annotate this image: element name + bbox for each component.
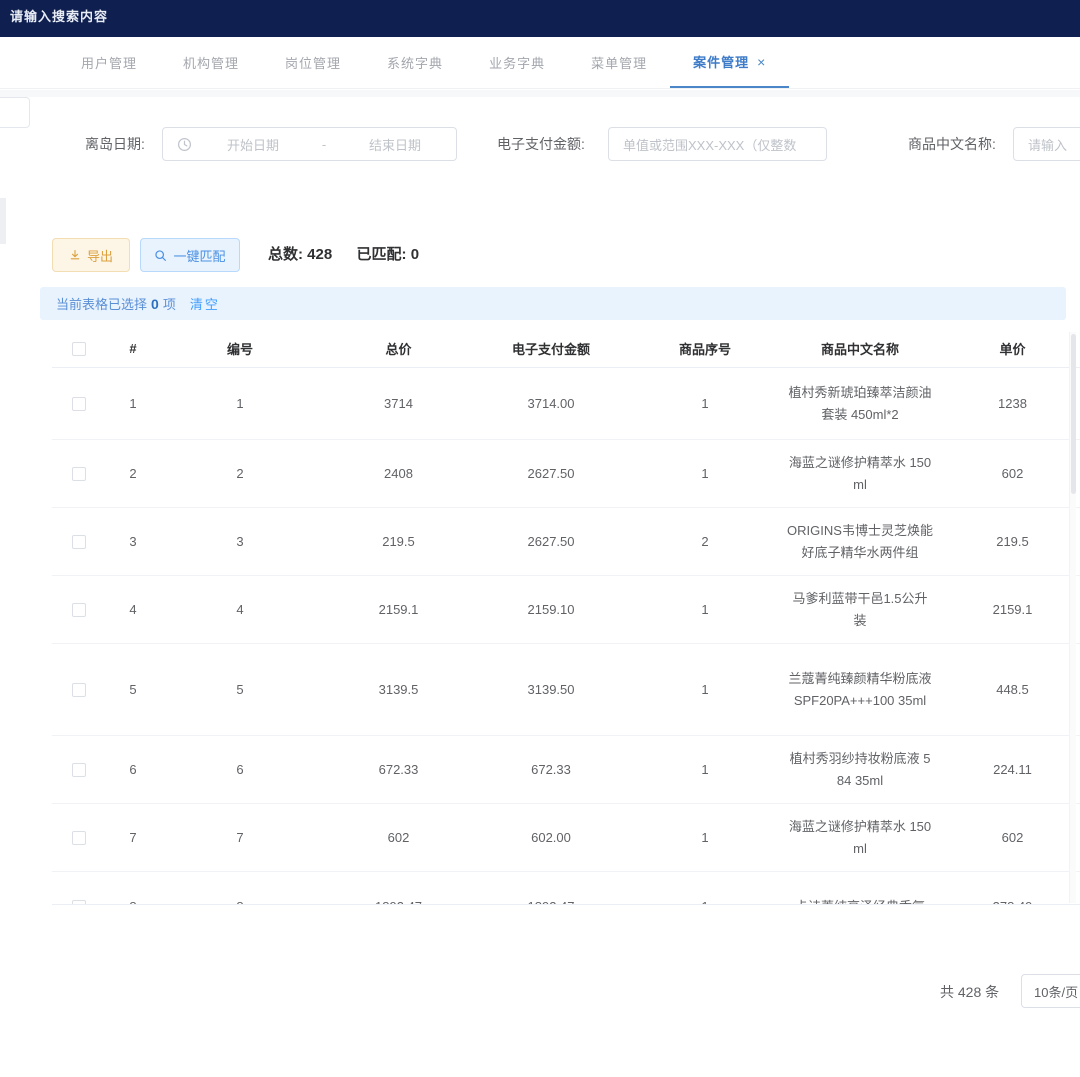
col-total: 总价 bbox=[320, 339, 477, 358]
clipped-left-panel-sliver bbox=[0, 198, 6, 244]
start-date-placeholder[interactable]: 开始日期 bbox=[192, 135, 314, 154]
tab-post-management[interactable]: 岗位管理 bbox=[262, 37, 364, 88]
selection-count: 0 bbox=[151, 296, 159, 312]
row-checkbox[interactable] bbox=[72, 900, 86, 906]
payment-amount-input[interactable]: 单值或范围XXX-XXX（仅整数 bbox=[608, 127, 827, 161]
col-code: 编号 bbox=[160, 339, 320, 358]
export-button[interactable]: 导出 bbox=[52, 238, 130, 272]
export-button-label: 导出 bbox=[87, 246, 113, 265]
selection-info-bar: 当前表格已选择 0 项 清空 bbox=[40, 287, 1066, 320]
clipped-left-panel-box bbox=[0, 97, 30, 128]
table-row: 6 6 672.33 672.33 1 植村秀羽纱持妆粉底液 584 35ml … bbox=[52, 736, 1080, 804]
table-row: 2 2 2408 2627.50 1 海蓝之谜修护精萃水 150ml 602 bbox=[52, 440, 1080, 508]
page-size-select[interactable]: 10条/页 bbox=[1021, 974, 1080, 1008]
date-filter-label: 离岛日期: bbox=[85, 127, 145, 161]
tab-case-management-label: 案件管理 bbox=[693, 52, 749, 71]
clear-selection-link[interactable]: 清空 bbox=[190, 294, 220, 313]
total-label: 总数: bbox=[268, 246, 303, 263]
one-click-match-label: 一键匹配 bbox=[173, 246, 225, 265]
selection-prefix: 当前表格已选择 bbox=[56, 294, 147, 313]
match-stats: 总数: 428 已匹配: 0 bbox=[268, 238, 419, 272]
global-search-input[interactable]: 请输入搜索内容 bbox=[10, 0, 108, 37]
table-row: 3 3 219.5 2627.50 2 ORIGINS韦博士灵芝焕能好底子精华水… bbox=[52, 508, 1080, 576]
row-checkbox[interactable] bbox=[72, 763, 86, 777]
tab-org-management[interactable]: 机构管理 bbox=[160, 37, 262, 88]
table-row: 8 8 1892.47 1892.47 1 卡诗菁纯亮泽经典香氛 378.49 bbox=[52, 872, 1080, 905]
tab-close-icon[interactable]: × bbox=[757, 54, 766, 70]
table-row: 4 4 2159.1 2159.10 1 马爹利蓝带干邑1.5公升装 2159.… bbox=[52, 576, 1080, 644]
download-icon bbox=[69, 249, 81, 261]
col-unit: 单价 bbox=[935, 339, 1080, 358]
one-click-match-button[interactable]: 一键匹配 bbox=[140, 238, 240, 272]
tab-user-management[interactable]: 用户管理 bbox=[58, 37, 160, 88]
matched-label: 已匹配: bbox=[357, 246, 407, 263]
search-icon bbox=[154, 249, 167, 262]
col-name: 商品中文名称 bbox=[785, 339, 935, 358]
payment-amount-label: 电子支付金额: bbox=[497, 127, 585, 161]
table-scrollbar[interactable] bbox=[1069, 332, 1076, 903]
end-date-placeholder[interactable]: 结束日期 bbox=[334, 135, 456, 154]
table-row: 1 1 3714 3714.00 1 植村秀新琥珀臻萃洁颜油套装 450ml*2… bbox=[52, 368, 1080, 440]
tabbar-divider bbox=[0, 90, 1080, 97]
date-range-picker[interactable]: 开始日期 - 结束日期 bbox=[162, 127, 457, 161]
col-index: # bbox=[106, 341, 160, 356]
tab-business-dict[interactable]: 业务字典 bbox=[466, 37, 568, 88]
row-checkbox[interactable] bbox=[72, 603, 86, 617]
total-value: 428 bbox=[307, 246, 332, 263]
row-checkbox[interactable] bbox=[72, 831, 86, 845]
table-header-row: # 编号 总价 电子支付金额 商品序号 商品中文名称 单价 bbox=[52, 330, 1080, 368]
row-checkbox[interactable] bbox=[72, 683, 86, 697]
tab-bar: 用户管理 机构管理 岗位管理 系统字典 业务字典 菜单管理 案件管理 × bbox=[0, 37, 1080, 89]
table-row: 7 7 602 602.00 1 海蓝之谜修护精萃水 150ml 602 bbox=[52, 804, 1080, 872]
row-checkbox[interactable] bbox=[72, 397, 86, 411]
col-paid: 电子支付金额 bbox=[477, 339, 625, 358]
date-range-separator: - bbox=[314, 137, 334, 152]
pagination-total: 共 428 条 bbox=[940, 982, 999, 1002]
table-body: 1 1 3714 3714.00 1 植村秀新琥珀臻萃洁颜油套装 450ml*2… bbox=[52, 368, 1080, 905]
selection-suffix: 项 bbox=[163, 294, 176, 313]
product-name-input[interactable]: 请输入 bbox=[1013, 127, 1080, 161]
row-checkbox[interactable] bbox=[72, 467, 86, 481]
table-scrollbar-thumb[interactable] bbox=[1071, 334, 1076, 494]
tab-menu-management[interactable]: 菜单管理 bbox=[568, 37, 670, 88]
tab-case-management[interactable]: 案件管理 × bbox=[670, 37, 789, 88]
clock-icon bbox=[177, 137, 192, 152]
cases-table: # 编号 总价 电子支付金额 商品序号 商品中文名称 单价 1 1 3714 3… bbox=[52, 330, 1080, 905]
table-row: 5 5 3139.5 3139.50 1 兰蔻菁纯臻颜精华粉底液SPF20PA+… bbox=[52, 644, 1080, 736]
product-name-label: 商品中文名称: bbox=[908, 127, 996, 161]
col-seq: 商品序号 bbox=[625, 339, 785, 358]
select-all-checkbox[interactable] bbox=[72, 342, 86, 356]
matched-value: 0 bbox=[411, 246, 419, 263]
top-navbar: 请输入搜索内容 bbox=[0, 0, 1080, 37]
tab-system-dict[interactable]: 系统字典 bbox=[364, 37, 466, 88]
row-checkbox[interactable] bbox=[72, 535, 86, 549]
